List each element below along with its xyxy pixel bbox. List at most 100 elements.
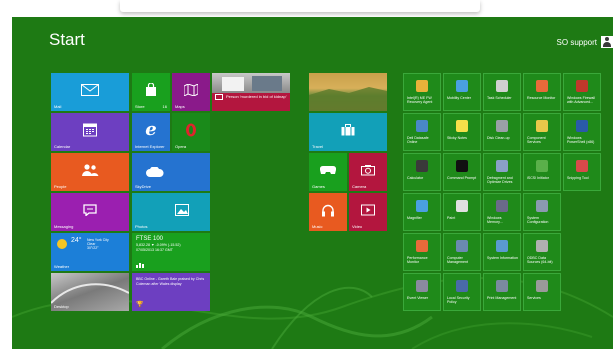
user-name: SO support [556,37,597,47]
admin-tile[interactable]: Defragment and Optimize Drives [483,153,521,191]
tile-calendar[interactable]: Calendar [51,113,129,151]
admin-tile[interactable]: Windows PowerShell (x86) [563,113,601,151]
admin-tile[interactable]: Resource Monitor [523,73,561,111]
app-icon [536,80,548,92]
news-photo-car [222,77,244,91]
shopping-bag-icon [146,82,156,96]
app-icon [416,120,428,132]
calendar-icon [83,123,97,137]
admin-tile[interactable]: Windows Firewall with Advanced... [563,73,601,111]
app-icon [496,160,508,172]
admin-tile[interactable]: Computer Management [443,233,481,271]
tile-games[interactable]: Games [309,153,347,191]
admin-tile[interactable]: Magnifier [403,193,441,231]
admin-tile[interactable]: Windows Memory... [483,193,521,231]
admin-tile[interactable]: Snipping Tool [563,153,601,191]
news-photo [212,73,290,93]
admin-tile-label: System Information [487,256,518,260]
admin-tile[interactable]: Sticky Notes [443,113,481,151]
tile-finance[interactable]: FTSE 100 5,832.28 ▼ -0.09% (-15.52) 07/0… [132,233,210,271]
tile-internet-explorer[interactable]: e Internet Explorer [132,113,170,151]
admin-tile[interactable]: Paint [443,193,481,231]
app-icon [416,280,428,292]
app-icon [456,240,468,252]
admin-tile-label: Windows Firewall with Advanced... [567,96,595,105]
admin-tile[interactable]: Calculator [403,153,441,191]
screen: Start SO support Mail Store 16 Maps Pers… [0,0,613,349]
admin-tile[interactable]: Intel(R) ME FW Recovery Agent [403,73,441,111]
admin-tile[interactable]: Dell Datasafe Online [403,113,441,151]
news-photo-building [252,76,282,91]
user-account[interactable]: SO support [557,36,613,48]
admin-tile-label: Calculator [407,176,424,180]
admin-tile-label: Magnifier [407,216,422,220]
tile-mail[interactable]: Mail [51,73,129,111]
store-badge: 16 [162,104,167,109]
finance-index: FTSE 100 [136,236,164,242]
admin-tile[interactable]: Disk Clean-up [483,113,521,151]
admin-tile[interactable]: Local Security Policy [443,273,481,311]
admin-tile[interactable]: Mobility Center [443,73,481,111]
tile-desktop[interactable]: Desktop [51,273,129,311]
tile-weather[interactable]: 24° New York City Clear 30°/22° Weather [51,233,129,271]
start-title: Start [49,30,85,49]
tile-video[interactable]: Video [349,193,387,231]
admin-tile-label: Local Security Policy [447,296,470,305]
tile-travel[interactable]: Travel [309,113,387,151]
tile-sport[interactable]: BBC Online - Gareth Bale praised by Chri… [132,273,210,311]
app-icon [536,120,548,132]
video-icon [361,204,375,216]
app-icon [576,80,588,92]
sport-headline: BBC Online - Gareth Bale praised by Chri… [136,277,205,286]
app-icon [536,200,548,212]
admin-tile[interactable]: ODBC Data Sources (64-bit) [523,233,561,271]
app-icon [496,200,508,212]
weather-details: New York City Clear 30°/22° [87,238,109,250]
weather-range: 30°/22° [87,246,99,250]
admin-tile-label: Defragment and Optimize Drives [487,176,513,185]
trophy-icon: 🏆 [136,302,144,308]
admin-tile-label: Computer Management [447,256,468,265]
tile-photos[interactable]: Photos [132,193,210,231]
admin-tile-label: System Configuration [527,216,549,225]
admin-tile[interactable]: Performance Monitor [403,233,441,271]
admin-tile[interactable]: iSCSI Initiator [523,153,561,191]
admin-tile[interactable]: Event Viewer [403,273,441,311]
chart-icon [136,263,144,268]
admin-tile-label: Services [527,296,541,300]
tile-label: Store [135,104,145,109]
app-icon [416,200,428,212]
tile-news[interactable]: Person 'murdered in bid of kidnap' [212,73,290,111]
app-icon [576,160,588,172]
avatar [601,36,613,48]
admin-tile[interactable]: System Information [483,233,521,271]
admin-tile[interactable]: Services [523,273,561,311]
admin-tile-label: Sticky Notes [447,136,467,140]
app-icon [496,240,508,252]
admin-tile-label: Windows Memory... [487,216,503,225]
tile-skydrive[interactable]: SkyDrive [132,153,210,191]
app-icon [456,280,468,292]
admin-tile[interactable]: Command Prompt [443,153,481,191]
admin-tile[interactable]: Task Scheduler [483,73,521,111]
admin-tile-label: Command Prompt [447,176,477,180]
tile-camera[interactable]: Camera [349,153,387,191]
app-icon [416,80,428,92]
tile-label: Messaging [54,224,74,229]
tile-landscape[interactable] [309,73,387,111]
admin-tile[interactable]: Component Services [523,113,561,151]
cloud-icon [146,167,164,177]
top-window-edge [0,0,613,15]
admin-tile[interactable]: System Configuration [523,193,561,231]
tile-maps[interactable]: Maps [172,73,210,111]
tile-label: Games [312,184,325,189]
speech-bubble-icon [83,204,97,216]
admin-tile[interactable]: Print Management [483,273,521,311]
admin-tile-label: ODBC Data Sources (64-bit) [527,256,553,265]
tile-messaging[interactable]: Messaging [51,193,129,231]
tile-store[interactable]: Store 16 [132,73,170,111]
tile-music[interactable]: Music [309,193,347,231]
admin-tile-label: Print Management [487,296,517,300]
tile-people[interactable]: People [51,153,129,191]
tile-opera[interactable]: Opera [172,113,210,151]
